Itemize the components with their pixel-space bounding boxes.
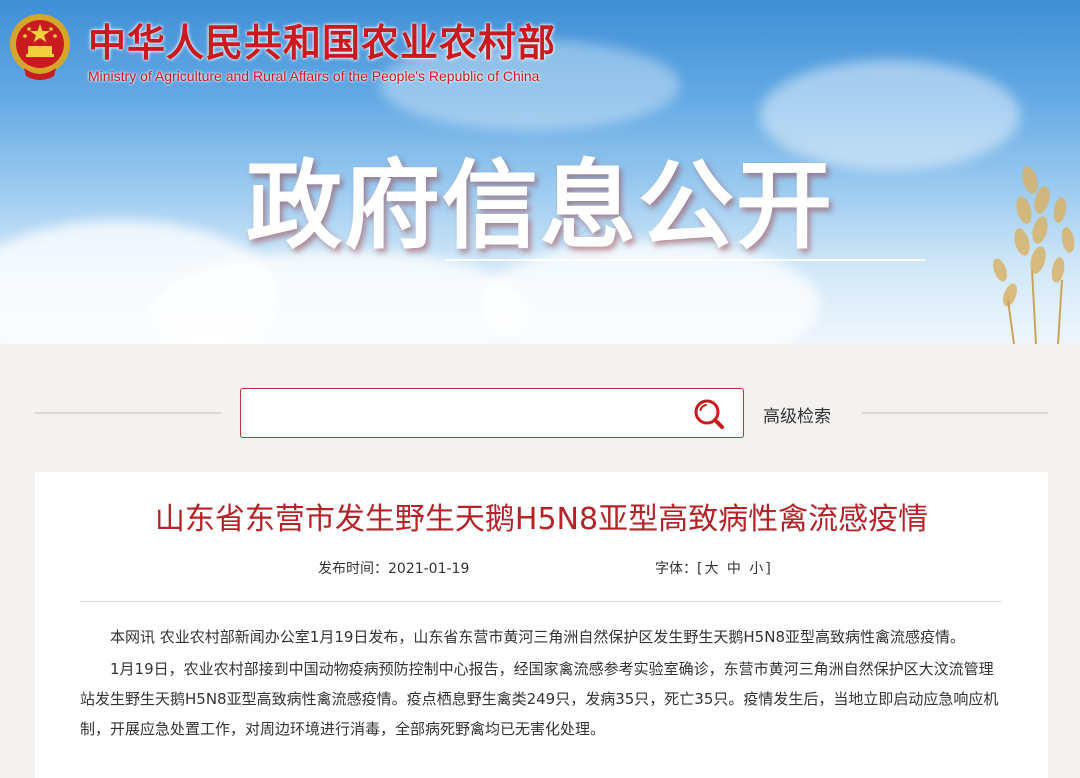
search-box xyxy=(240,388,744,438)
font-size-label: 字体： xyxy=(655,561,697,577)
article-body: 本网讯 农业农村部新闻办公室1月19日发布，山东省东营市黄河三角洲自然保护区发生… xyxy=(80,622,1001,746)
search-divider-right xyxy=(862,412,1048,414)
ministry-name-en: Ministry of Agriculture and Rural Affair… xyxy=(88,68,540,84)
article-paragraph: 1月19日，农业农村部接到中国动物疫病预防控制中心报告，经国家禽流感参考实验室确… xyxy=(80,660,999,738)
search-divider-left xyxy=(35,412,221,414)
meta-divider xyxy=(80,601,1001,602)
advanced-search-link[interactable]: 高级检索 xyxy=(763,402,831,427)
publish-date-value: 2021-01-19 xyxy=(388,561,470,577)
font-size-large[interactable]: 大 xyxy=(704,561,718,577)
font-size-small[interactable]: 小 xyxy=(749,561,763,577)
header-banner: 中华人民共和国农业农村部 Ministry of Agriculture and… xyxy=(0,0,1080,344)
article-title: 山东省东营市发生野生天鹅H5N8亚型高致病性禽流感疫情 xyxy=(154,502,929,537)
banner-title: 政府信息公开 xyxy=(246,150,834,262)
search-button[interactable] xyxy=(689,395,729,433)
font-bracket-close: ] xyxy=(765,561,771,577)
font-size-medium[interactable]: 中 xyxy=(727,561,741,577)
ministry-name-cn: 中华人民共和国农业农村部 xyxy=(88,20,557,65)
article-card: 山东省东营市发生野生天鹅H5N8亚型高致病性禽流感疫情 发布时间：2021-01… xyxy=(35,472,1048,778)
national-emblem-icon xyxy=(10,14,70,80)
search-input[interactable] xyxy=(251,397,675,431)
wheat-decoration xyxy=(993,166,1075,344)
publish-date-label: 发布时间： xyxy=(318,561,388,577)
article-paragraph: 本网讯 农业农村部新闻办公室1月19日发布，山东省东营市黄河三角洲自然保护区发生… xyxy=(110,628,965,646)
font-bracket-open: [ xyxy=(697,561,703,577)
publish-date: 发布时间：2021-01-19 xyxy=(318,558,469,578)
font-size-switcher: 字体：[大 中 小] xyxy=(655,558,771,578)
banner-divider xyxy=(445,259,925,261)
search-icon xyxy=(694,399,724,429)
